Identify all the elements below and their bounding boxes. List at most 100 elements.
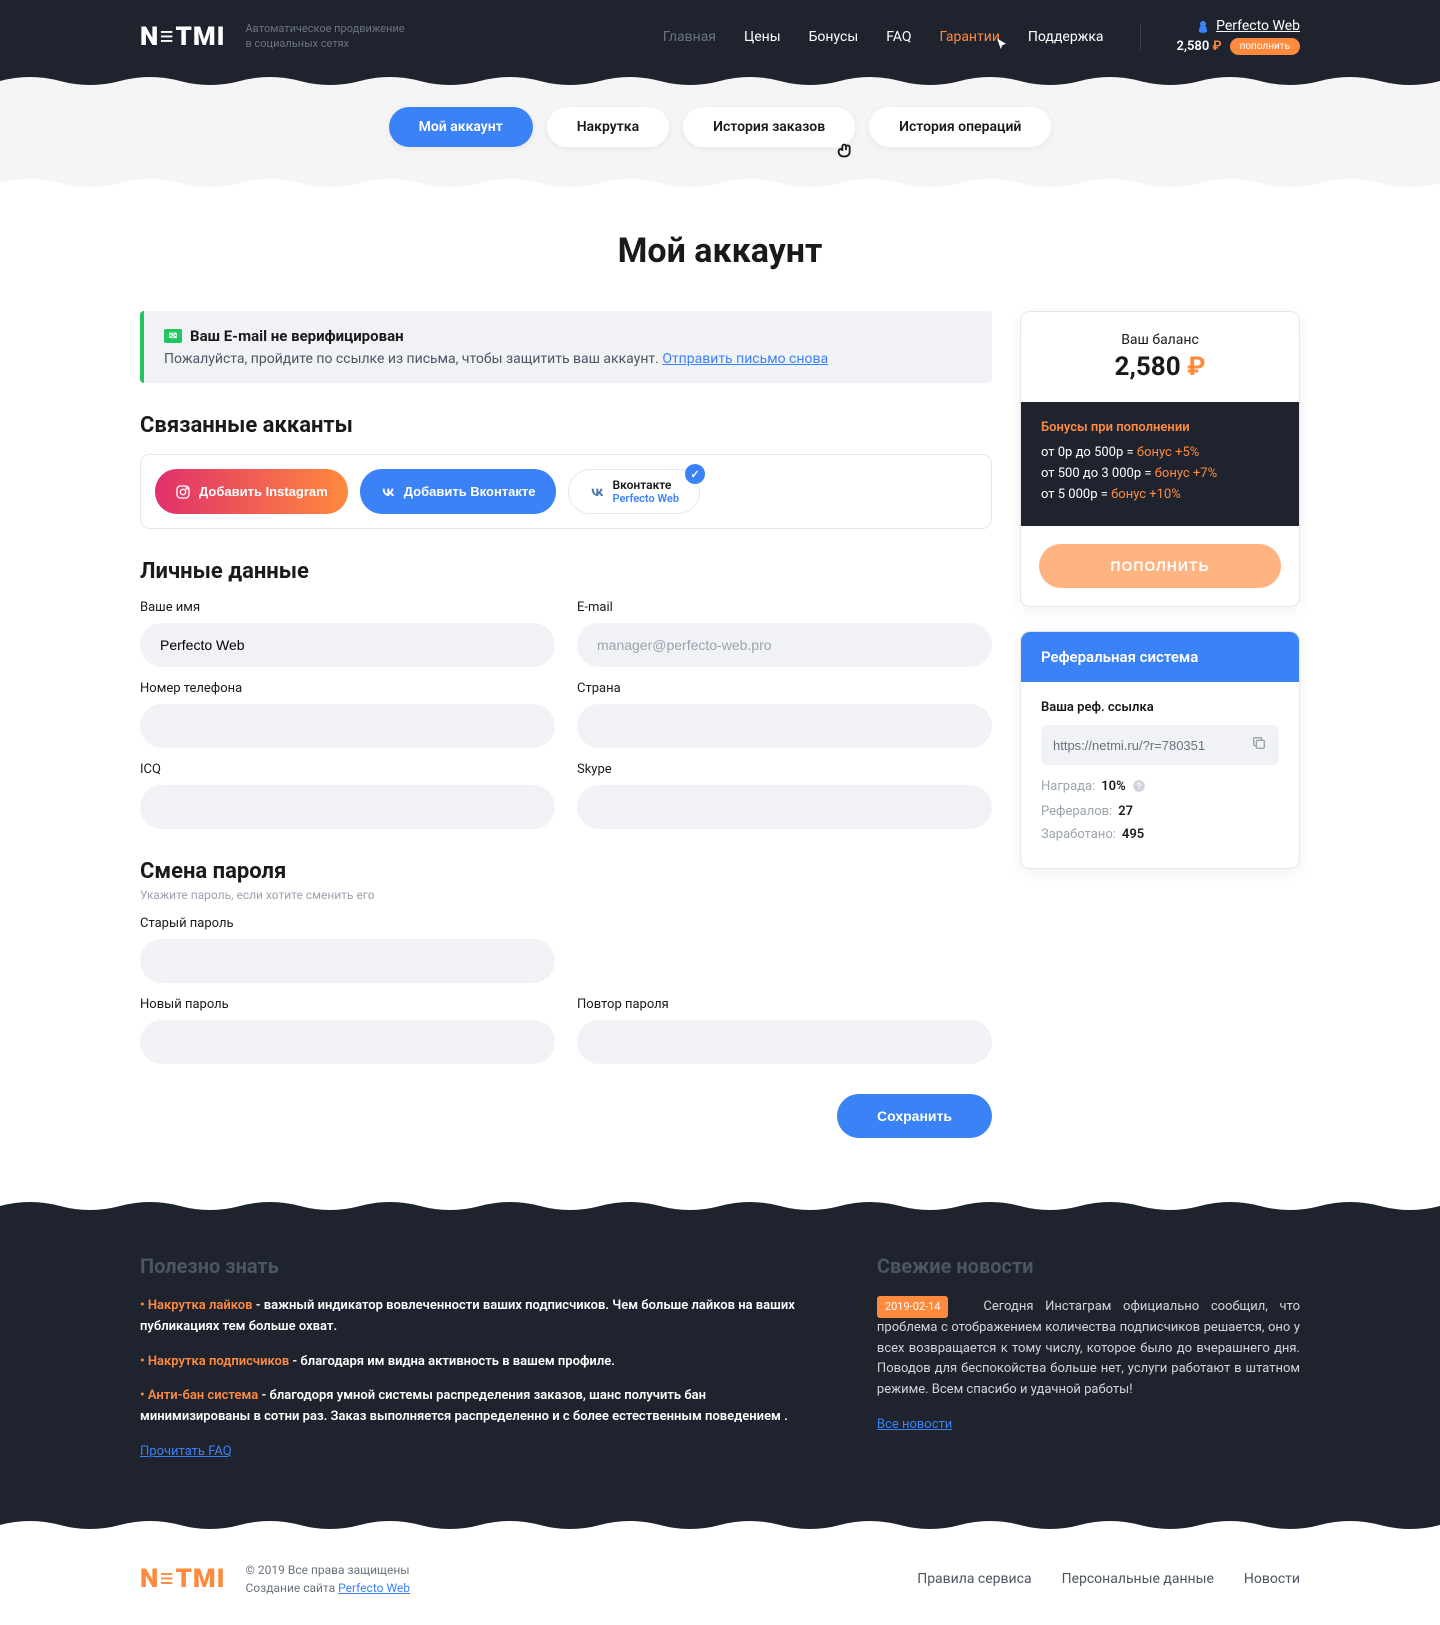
news-link[interactable]: Новости [1244,1571,1300,1587]
footer-p3: • Анти-бан система - благодоря умной сис… [140,1386,817,1428]
balance-amount: 2,580 ₽ [1041,352,1279,382]
tagline: Автоматическое продвижение в социальных … [246,22,405,51]
email-field: E-mail [577,600,992,667]
referral-title: Реферальная система [1021,632,1299,682]
repeat-password-label: Повтор пароля [577,997,992,1012]
verify-alert: Ваш E-mail не верифицирован Пожалуйста, … [140,311,992,383]
wave-divider [0,1198,1440,1214]
all-news-link[interactable]: Все новости [877,1417,952,1432]
icq-input[interactable] [140,785,555,829]
nav-home[interactable]: Главная [663,29,716,45]
alert-title: Ваш E-mail не верифицирован [164,327,972,345]
rules-link[interactable]: Правила сервиса [917,1571,1031,1587]
bottombar: N≡TMI © 2019 Все права защищены Создание… [0,1533,1440,1625]
resend-link[interactable]: Отправить письмо снова [662,351,828,367]
bonus-title: Бонусы при пополнении [1041,420,1279,435]
nav-prices[interactable]: Цены [744,29,781,45]
ref-link-label: Ваша реф. ссылка [1041,700,1279,715]
header-topup-button[interactable]: пополнить [1230,38,1300,55]
bonus-row: от 500 до 3 000р = бонус +7% [1041,466,1279,481]
instagram-icon [175,484,191,500]
user-link[interactable]: Perfecto Web [1196,18,1300,34]
password-heading: Смена пароля [140,859,992,884]
made-by-link[interactable]: Perfecto Web [338,1581,410,1595]
tab-boost[interactable]: Накрутка [547,107,669,147]
old-password-input[interactable] [140,939,555,983]
bottom-nav: Правила сервиса Персональные данные Ново… [917,1571,1300,1587]
tab-account[interactable]: Мой аккаунт [389,107,533,147]
name-label: Ваше имя [140,600,555,615]
user-block: Perfecto Web 2,580 ₽ пополнить [1177,18,1300,55]
bonus-row: от 0р до 500р = бонус +5% [1041,445,1279,460]
tabs-bar: Мой аккаунт Накрутка История заказов Ист… [0,89,1440,175]
news-date: 2019-02-14 [877,1296,949,1318]
nav-guarantees[interactable]: Гарантии [940,29,1000,45]
footer-news-title: Свежие новости [877,1254,1300,1278]
email-label: E-mail [577,600,992,615]
new-password-label: Новый пароль [140,997,555,1012]
nav-bonuses[interactable]: Бонусы [809,29,859,45]
repeat-password-input[interactable] [577,1020,992,1064]
tab-ops[interactable]: История операций [869,107,1051,147]
news-item: 2019-02-14 Сегодня Инстаграм официально … [877,1296,1300,1401]
icq-label: ICQ [140,762,555,777]
country-label: Страна [577,681,992,696]
help-icon[interactable]: ? [1132,779,1146,796]
vk-linked-account[interactable]: Вконтакте Perfecto Web ✓ [568,469,701,514]
name-field: Ваше имя [140,600,555,667]
vk-linked-name: Вконтакте [613,478,680,492]
header: N≡TMI Автоматическое продвижение в социа… [0,0,1440,73]
copy-icon[interactable] [1251,735,1267,755]
footer-know-title: Полезно знать [140,1254,817,1278]
old-password-label: Старый пароль [140,916,555,931]
nav-faq[interactable]: FAQ [886,29,911,45]
copyright: © 2019 Все права защищены Создание сайта… [246,1561,411,1597]
footer: Полезно знать • Накрутка лайков - важный… [0,1214,1440,1517]
tab-orders[interactable]: История заказов [683,107,855,147]
privacy-link[interactable]: Персональные данные [1062,1571,1214,1587]
wave-divider [0,73,1440,89]
name-input[interactable] [140,623,555,667]
skype-label: Skype [577,762,992,777]
linked-heading: Связанные акканты [140,413,992,438]
add-vk-button[interactable]: Добавить Вконтакте [360,469,556,514]
phone-field: Номер телефона [140,681,555,748]
nav-support[interactable]: Поддержка [1028,29,1104,45]
skype-field: Skype [577,762,992,829]
balance-label: Ваш баланс [1041,332,1279,348]
bonus-row: от 5 000р = бонус +10% [1041,487,1279,502]
ref-link-input[interactable] [1053,738,1251,753]
phone-label: Номер телефона [140,681,555,696]
footer-logo[interactable]: N≡TMI [140,1563,226,1594]
ref-input-wrap [1041,725,1279,765]
balance-card: Ваш баланс 2,580 ₽ Бонусы при пополнении… [1020,311,1300,607]
save-button[interactable]: Сохранить [837,1094,992,1138]
footer-p2: • Накрутка подписчиков - благодаря им ви… [140,1352,817,1373]
ref-earned: Заработано: 495 [1041,827,1279,842]
phone-input[interactable] [140,704,555,748]
accounts-card: Добавить Instagram Добавить Вконтакте Вк… [140,454,992,529]
country-input[interactable] [577,704,992,748]
country-field: Страна [577,681,992,748]
topup-button[interactable]: ПОПОЛНИТЬ [1039,544,1281,588]
check-icon: ✓ [685,464,705,484]
logo[interactable]: N≡TMI [140,21,226,52]
nav-divider [1140,23,1141,51]
cursor-icon [835,139,857,161]
icq-field: ICQ [140,762,555,829]
page-title: Мой аккаунт [140,231,1300,271]
alert-text: Пожалуйста, пройдите по ссылке из письма… [164,351,972,367]
wave-divider [0,175,1440,191]
faq-link[interactable]: Прочитать FAQ [140,1444,232,1459]
cursor-icon [994,37,1012,55]
old-password-field: Старый пароль [140,916,555,983]
vk-icon [380,484,396,500]
add-instagram-button[interactable]: Добавить Instagram [155,469,348,514]
ref-reward: Награда: 10% ? [1041,779,1279,796]
bonus-block: Бонусы при пополнении от 0р до 500р = бо… [1021,402,1299,526]
new-password-input[interactable] [140,1020,555,1064]
main-nav: Главная Цены Бонусы FAQ Гарантии Поддерж… [663,18,1300,55]
new-password-field: Новый пароль [140,997,555,1064]
skype-input[interactable] [577,785,992,829]
password-hint: Укажите пароль, если хотите сменить его [140,888,992,902]
